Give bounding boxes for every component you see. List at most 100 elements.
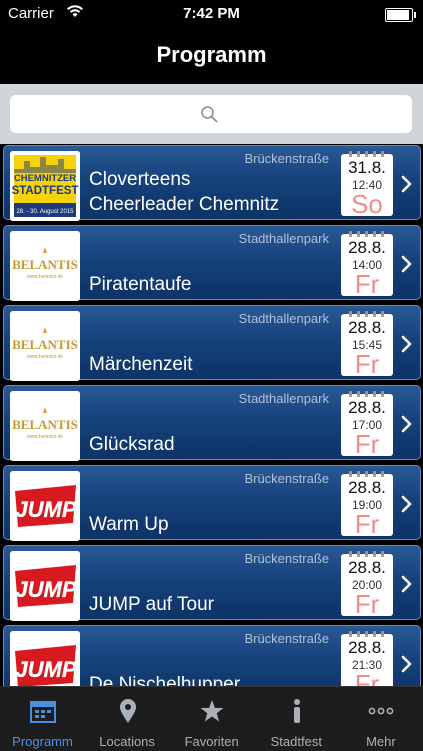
event-weekday: Fr	[354, 589, 380, 619]
event-row[interactable]: JUMP Brückenstraße JUMP auf Tour 28.8. 20:00…	[0, 544, 423, 624]
search-bar-container	[0, 84, 423, 144]
chevron-right-icon[interactable]	[400, 654, 414, 674]
event-cell[interactable]: BELANTIS www.belantis.de Stadthallenpark Gl…	[3, 385, 421, 461]
info-icon	[293, 699, 300, 723]
star-icon	[200, 700, 224, 722]
calendar-rings-icon	[349, 151, 384, 157]
event-location: Brückenstraße	[244, 631, 329, 646]
calendar-rings-icon	[349, 391, 384, 397]
calendar-rings-icon	[349, 471, 384, 477]
chevron-right-icon[interactable]	[400, 414, 414, 434]
tab-bar: Programm Locations Favoriten Stadtfest Mehr	[0, 686, 423, 751]
event-weekday: So	[351, 189, 383, 219]
event-logo: CHEMNITZER STADTFEST 28. - 30. August 2015	[10, 151, 80, 221]
chemnitzer-stadtfest-logo: CHEMNITZERSTADTFEST 28. - 30. August 2015	[10, 151, 80, 221]
event-row[interactable]: BELANTIS www.belantis.de Stadthallenpark Gl…	[0, 384, 423, 464]
event-title: JUMP auf Tour	[89, 594, 214, 615]
event-cell[interactable]: JUMP Brückenstraße JUMP auf Tour 28.8. 20:00…	[3, 545, 421, 621]
svg-text:STADTFEST: STADTFEST	[12, 185, 79, 197]
event-weekday: Fr	[354, 349, 380, 379]
date-calendar: 28.8. 21:30 Fr	[341, 631, 393, 686]
event-title: Glücksrad	[89, 434, 175, 455]
event-cell[interactable]: CHEMNITZER STADTFEST 28. - 30. August 2015…	[3, 145, 421, 221]
event-row[interactable]: JUMP Brückenstraße De Nischelhupper 28.8. 21…	[0, 624, 423, 686]
svg-text:www.belantis.de: www.belantis.de	[27, 434, 63, 440]
page-title: Programm	[156, 42, 267, 67]
event-weekday: Fr	[354, 429, 380, 459]
chevron-right-icon[interactable]	[400, 574, 414, 594]
tab-label: Mehr	[366, 734, 396, 749]
tab-locations[interactable]: Locations	[85, 687, 170, 751]
date-calendar: 28.8. 15:45 Fr	[341, 311, 393, 379]
battery-icon	[385, 8, 416, 22]
event-location: Brückenstraße	[244, 151, 329, 166]
calendar-rings-icon	[349, 231, 384, 237]
chevron-right-icon[interactable]	[400, 334, 414, 354]
search-icon	[201, 106, 218, 123]
date-calendar: 28.8. 20:00 Fr	[341, 551, 393, 619]
event-logo: BELANTIS www.belantis.de	[10, 231, 80, 301]
tab-favoriten[interactable]: Favoriten	[169, 687, 254, 751]
svg-text:JUMP: JUMP	[15, 577, 76, 602]
tab-mehr[interactable]: Mehr	[338, 687, 423, 751]
event-location: Stadthallenpark	[238, 231, 329, 246]
chevron-right-icon[interactable]	[400, 174, 414, 194]
event-date: 31.8.	[348, 158, 386, 177]
svg-text:BELANTIS: BELANTIS	[12, 257, 78, 272]
event-location: Brückenstraße	[244, 551, 329, 566]
chevron-right-icon[interactable]	[400, 254, 414, 274]
event-date: 28.8.	[348, 478, 386, 497]
event-title: Warm Up	[89, 514, 169, 535]
status-bar: Carrier 7:42 PM	[0, 0, 423, 28]
calendar-rings-icon	[349, 631, 384, 637]
svg-text:28. - 30. August 2015: 28. - 30. August 2015	[16, 209, 74, 215]
date-calendar: 28.8. 17:00 Fr	[341, 391, 393, 459]
chevron-right-icon[interactable]	[400, 494, 414, 514]
tab-label: Locations	[99, 734, 155, 749]
search-field[interactable]	[10, 95, 416, 135]
event-cell[interactable]: JUMP Brückenstraße De Nischelhupper 28.8. 21…	[3, 625, 421, 686]
svg-text:BELANTIS: BELANTIS	[12, 337, 78, 352]
svg-text:BELANTIS: BELANTIS	[12, 417, 78, 432]
event-title: Cloverteens	[89, 169, 191, 190]
event-date: 28.8.	[348, 318, 386, 337]
tab-stadtfest[interactable]: Stadtfest	[254, 687, 339, 751]
event-weekday: Fr	[354, 669, 380, 686]
belantis-logo: BELANTIS www.belantis.de	[10, 311, 80, 381]
event-date: 28.8.	[348, 398, 386, 417]
event-date: 28.8.	[348, 238, 386, 257]
event-weekday: Fr	[354, 269, 380, 299]
jump-logo: JUMP	[10, 631, 80, 686]
event-cell[interactable]: BELANTIS www.belantis.de Stadthallenpark Mä…	[3, 305, 421, 381]
event-location: Brückenstraße	[244, 471, 329, 486]
tab-label: Programm	[12, 734, 73, 749]
event-logo: BELANTIS www.belantis.de	[10, 391, 80, 461]
event-row[interactable]: CHEMNITZER STADTFEST 28. - 30. August 2015…	[0, 144, 423, 224]
event-row[interactable]: BELANTIS www.belantis.de Stadthallenpark Mä…	[0, 304, 423, 384]
event-row[interactable]: BELANTIS www.belantis.de Stadthallenpark Pi…	[0, 224, 423, 304]
date-calendar: 31.8. 12:40 So	[341, 151, 393, 219]
more-icon	[368, 707, 394, 715]
svg-text:www.belantis.de: www.belantis.de	[27, 354, 63, 360]
event-date: 28.8.	[348, 638, 386, 657]
event-title: De Nischelhupper	[89, 674, 241, 686]
event-logo: JUMP	[10, 631, 80, 686]
event-location: Stadthallenpark	[238, 311, 329, 326]
event-cell[interactable]: BELANTIS www.belantis.de Stadthallenpark Pi…	[3, 225, 421, 301]
event-date: 28.8.	[348, 558, 386, 577]
event-title: Märchenzeit	[89, 354, 193, 375]
svg-text:JUMP: JUMP	[15, 657, 76, 682]
event-cell[interactable]: JUMP Brückenstraße Warm Up 28.8. 19:00 Fr	[3, 465, 421, 541]
svg-text:CHEMNITZER: CHEMNITZER	[14, 173, 76, 184]
date-calendar: 28.8. 14:00 Fr	[341, 231, 393, 299]
calendar-icon	[30, 701, 56, 723]
svg-text:www.belantis.de: www.belantis.de	[27, 274, 63, 280]
event-location: Stadthallenpark	[238, 391, 329, 406]
jump-logo: JUMP	[10, 471, 80, 541]
event-row[interactable]: JUMP Brückenstraße Warm Up 28.8. 19:00 Fr	[0, 464, 423, 544]
event-title: Cheerleader Chemnitz	[89, 194, 280, 215]
date-calendar: 28.8. 19:00 Fr	[341, 471, 393, 537]
navigation-bar: Programm	[0, 28, 423, 84]
tab-programm[interactable]: Programm	[0, 687, 85, 751]
event-list[interactable]: CHEMNITZER STADTFEST 28. - 30. August 2015…	[0, 144, 423, 686]
